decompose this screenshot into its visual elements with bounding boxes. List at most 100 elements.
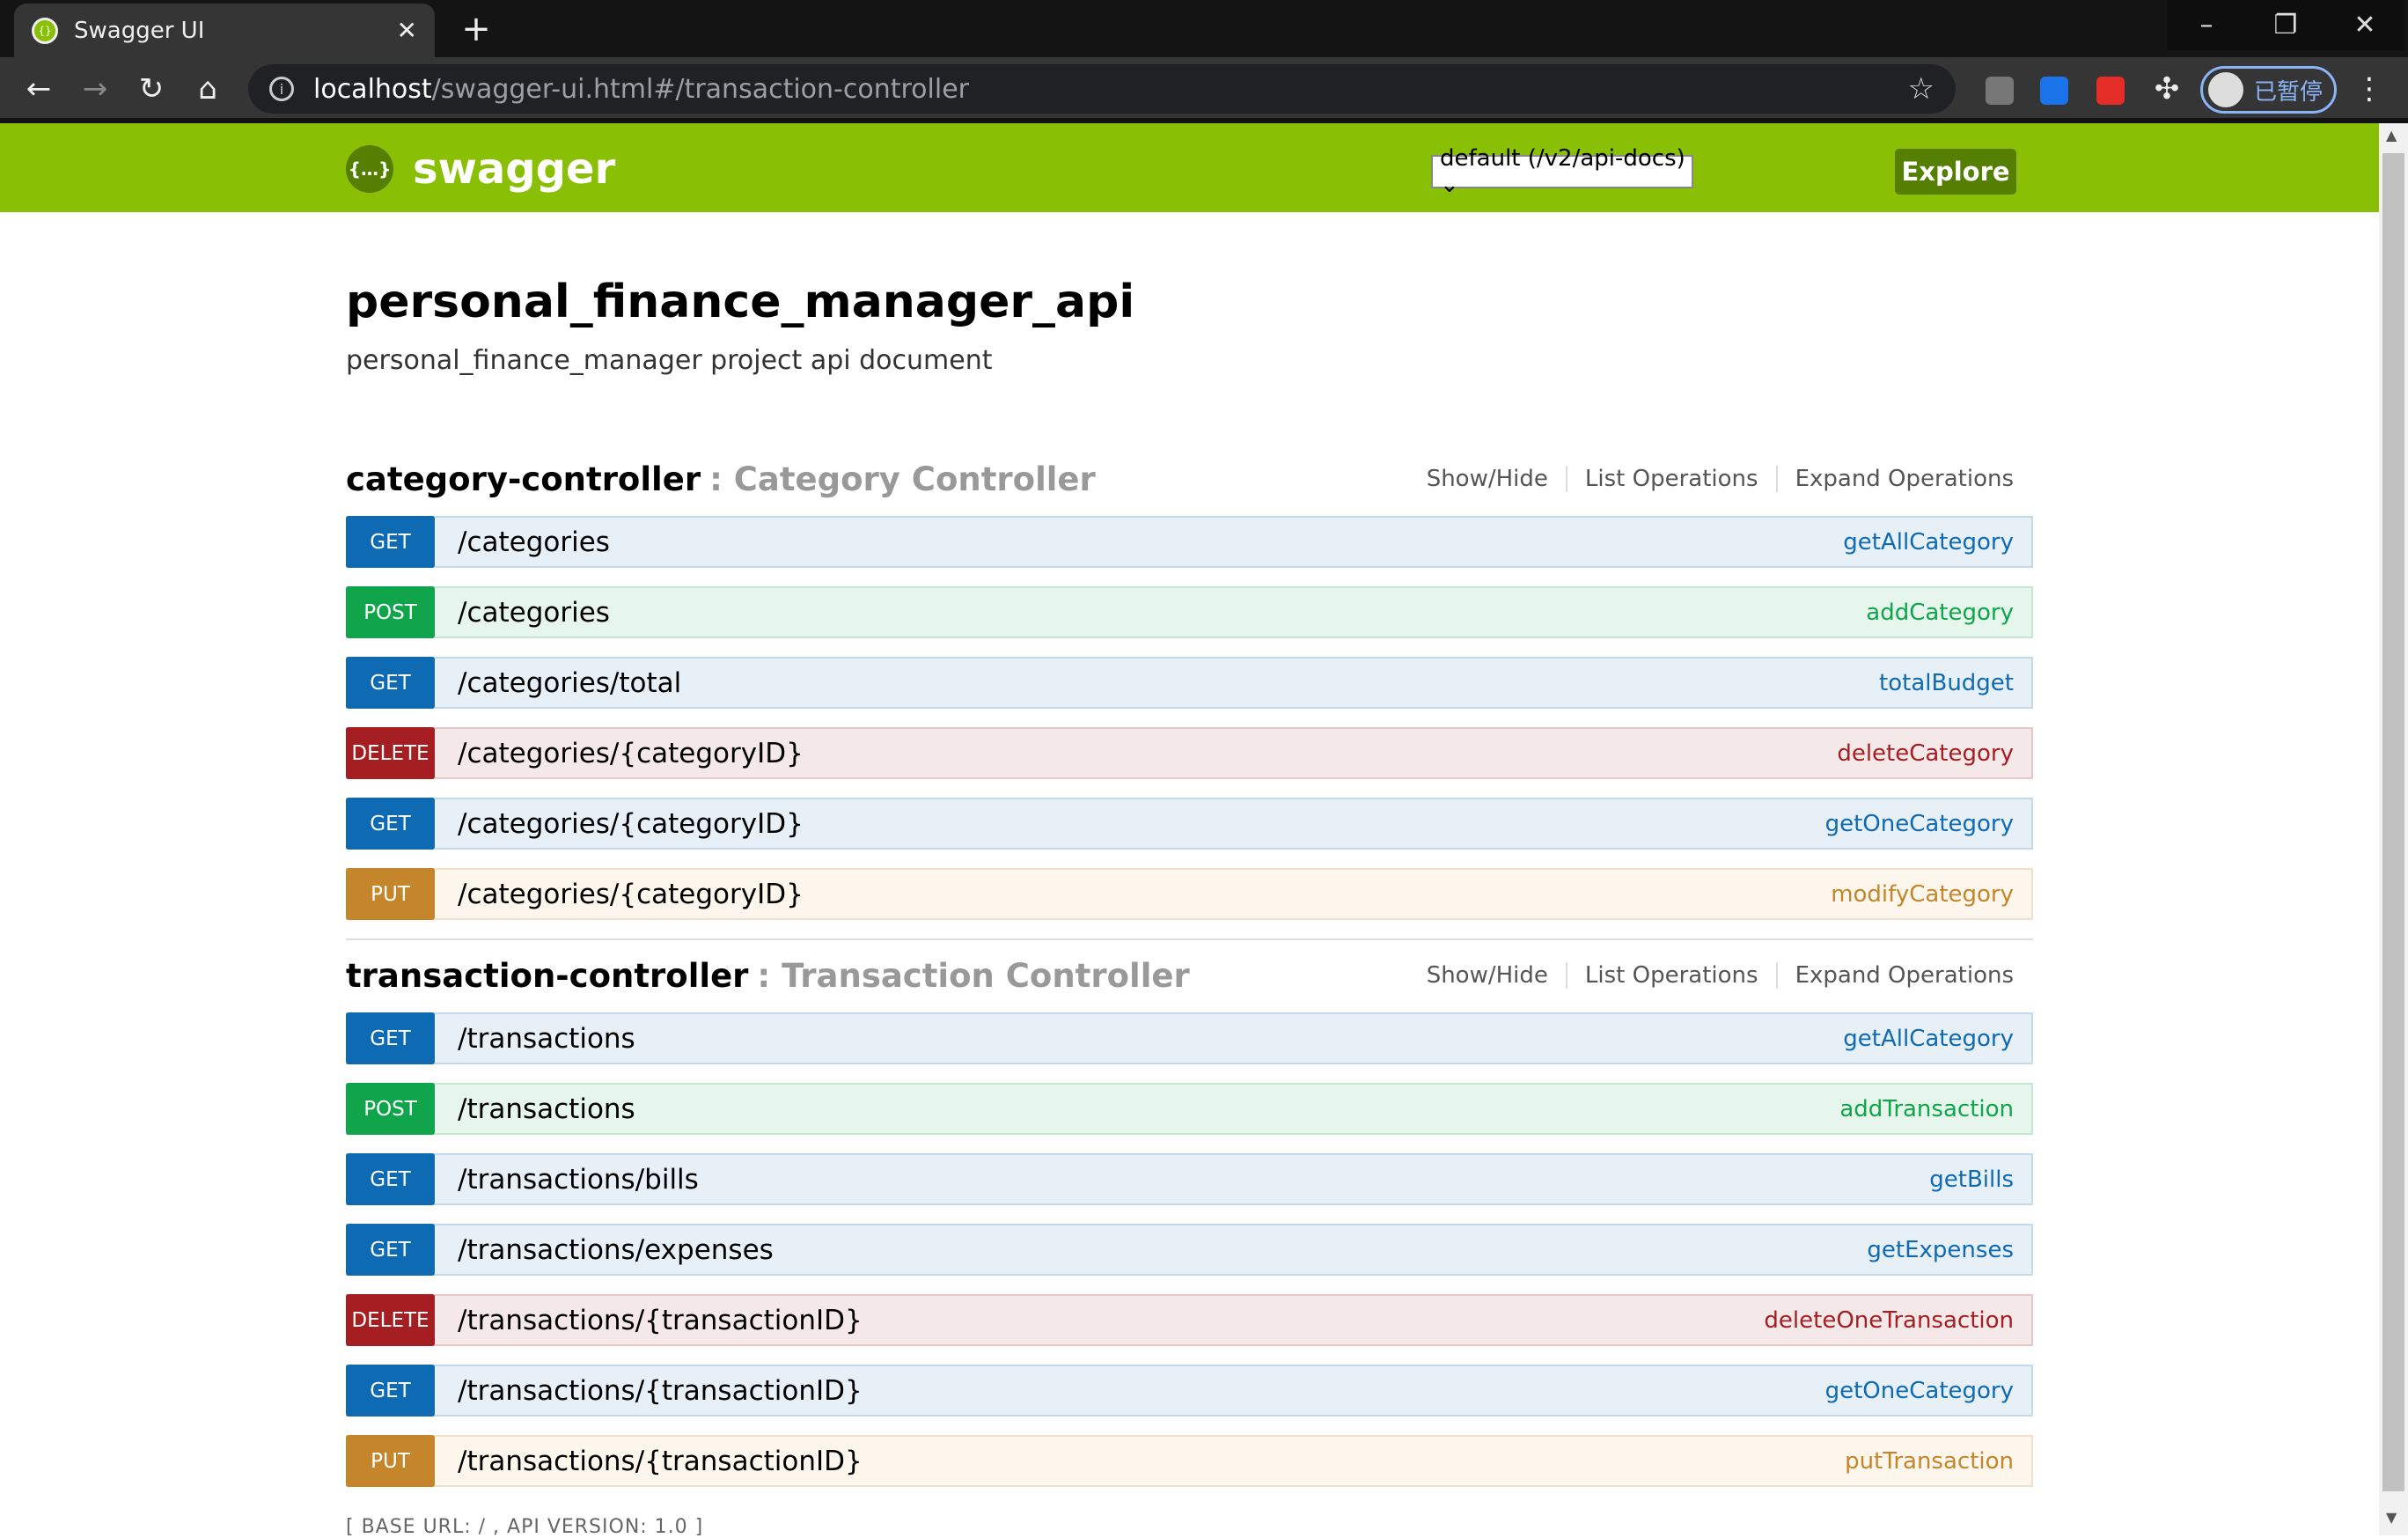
expand-operations-link[interactable]: Expand Operations	[1778, 962, 2014, 989]
operation-name[interactable]: getBills	[1929, 1166, 2014, 1193]
restore-button[interactable]: ❐	[2246, 0, 2325, 50]
controller-name[interactable]: category-controller	[346, 460, 701, 498]
controller-name[interactable]: transaction-controller	[346, 957, 748, 995]
operation-name[interactable]: getAllCategory	[1843, 1026, 2014, 1052]
api-description: personal_finance_manager project api doc…	[346, 345, 993, 376]
extension-cursor-icon[interactable]	[1986, 77, 2014, 105]
close-window-button[interactable]: ✕	[2325, 0, 2404, 50]
operation-path[interactable]: /transactions/{transactionID}	[458, 1305, 863, 1336]
method-badge[interactable]: PUT	[346, 868, 435, 920]
tab-strip: {} Swagger UI ✕ + – ❐ ✕	[0, 0, 2408, 57]
spec-select[interactable]: default (/v2/api-docs) ⌄	[1431, 145, 1693, 198]
operation-name[interactable]: deleteOneTransaction	[1764, 1307, 2014, 1334]
url-host: localhost	[313, 73, 432, 105]
forward-icon[interactable]: →	[76, 70, 114, 108]
profile-button[interactable]: 已暂停	[2200, 66, 2337, 114]
method-badge[interactable]: DELETE	[346, 727, 435, 779]
operation-row[interactable]: DELETE /transactions/{transactionID} del…	[346, 1294, 2033, 1346]
extensions-puzzle-icon[interactable]: ✣	[2147, 70, 2186, 108]
method-badge[interactable]: GET	[346, 1012, 435, 1064]
avatar	[2208, 72, 2243, 107]
operation-name[interactable]: addTransaction	[1839, 1096, 2014, 1122]
operation-row[interactable]: PUT /transactions/{transactionID} putTra…	[346, 1435, 2033, 1487]
operation-path[interactable]: /categories/{categoryID}	[458, 738, 804, 769]
method-badge[interactable]: GET	[346, 516, 435, 568]
scroll-down-icon[interactable]: ▼	[2386, 1509, 2397, 1526]
operation-name[interactable]: getAllCategory	[1843, 529, 2014, 556]
operation-path[interactable]: /categories	[458, 597, 610, 629]
operation-path[interactable]: /transactions/{transactionID}	[458, 1375, 863, 1407]
operation-row[interactable]: GET /transactions/expenses getExpenses	[346, 1224, 2033, 1276]
swagger-logo[interactable]: {…} swagger	[346, 144, 615, 194]
operation-row[interactable]: GET /categories/{categoryID} getOneCateg…	[346, 798, 2033, 850]
operation-row[interactable]: PUT /categories/{categoryID} modifyCateg…	[346, 868, 2033, 920]
controller-links: Show/Hide List Operations Expand Operati…	[1409, 466, 2014, 492]
footer-base-url: [ BASE URL: / , API VERSION: 1.0 ]	[346, 1516, 704, 1538]
operation-path[interactable]: /transactions/{transactionID}	[458, 1446, 863, 1477]
method-badge[interactable]: PUT	[346, 1435, 435, 1487]
operation-path[interactable]: /transactions/expenses	[458, 1234, 774, 1266]
show-hide-link[interactable]: Show/Hide	[1409, 466, 1567, 492]
method-badge[interactable]: DELETE	[346, 1294, 435, 1346]
extension-blue-icon[interactable]	[2040, 77, 2068, 105]
operation-row[interactable]: GET /transactions/{transactionID} getOne…	[346, 1365, 2033, 1417]
bookmark-star-icon[interactable]: ☆	[1908, 71, 1934, 107]
operation-name[interactable]: modifyCategory	[1831, 881, 2014, 908]
logo-text: swagger	[413, 144, 616, 194]
operation-path[interactable]: /categories	[458, 526, 610, 558]
menu-kebab-icon[interactable]: ⋮	[2350, 70, 2389, 108]
home-icon[interactable]: ⌂	[188, 70, 227, 108]
browser-tab[interactable]: {} Swagger UI ✕	[14, 4, 435, 57]
new-tab-button[interactable]: +	[454, 7, 498, 51]
operation-path[interactable]: /transactions/bills	[458, 1164, 699, 1196]
operation-name[interactable]: putTransaction	[1845, 1448, 2014, 1475]
method-badge[interactable]: GET	[346, 1153, 435, 1205]
operation-path[interactable]: /categories/total	[458, 667, 681, 699]
scrollbar[interactable]: ▲ ▼	[2379, 123, 2408, 1535]
operation-row[interactable]: POST /categories addCategory	[346, 586, 2033, 638]
operation-path[interactable]: /transactions	[458, 1093, 635, 1125]
operation-name[interactable]: deleteCategory	[1837, 740, 2014, 767]
method-badge[interactable]: GET	[346, 1224, 435, 1276]
operation-row[interactable]: GET /transactions/bills getBills	[346, 1153, 2033, 1205]
show-hide-link[interactable]: Show/Hide	[1409, 962, 1567, 989]
address-bar[interactable]: i localhost /swagger-ui.html#/transactio…	[248, 64, 1956, 114]
operation-row[interactable]: POST /transactions addTransaction	[346, 1083, 2033, 1135]
explore-button[interactable]: Explore	[1895, 149, 2016, 195]
list-operations-link[interactable]: List Operations	[1567, 466, 1778, 492]
operation-row[interactable]: DELETE /categories/{categoryID} deleteCa…	[346, 727, 2033, 779]
operation-name[interactable]: totalBudget	[1879, 670, 2014, 696]
operation-path[interactable]: /categories/{categoryID}	[458, 879, 804, 910]
operation-row[interactable]: GET /transactions getAllCategory	[346, 1012, 2033, 1064]
method-badge[interactable]: POST	[346, 586, 435, 638]
profile-label: 已暂停	[2254, 78, 2324, 106]
extension-youtube-icon[interactable]	[2096, 77, 2125, 105]
operation-name[interactable]: getOneCategory	[1825, 1378, 2014, 1404]
info-icon[interactable]: i	[269, 77, 294, 101]
swagger-header: {…} swagger default (/v2/api-docs) ⌄ Exp…	[0, 123, 2379, 212]
swagger-favicon-icon: {}	[32, 17, 58, 44]
back-icon[interactable]: ←	[19, 70, 58, 108]
scroll-up-icon[interactable]: ▲	[2386, 127, 2397, 143]
controller-description: : Category Controller	[709, 460, 1096, 498]
list-operations-link[interactable]: List Operations	[1567, 962, 1778, 989]
method-badge[interactable]: GET	[346, 1365, 435, 1417]
close-tab-icon[interactable]: ✕	[397, 16, 417, 45]
operation-name[interactable]: addCategory	[1866, 600, 2014, 626]
operation-row[interactable]: GET /categories getAllCategory	[346, 516, 2033, 568]
operation-path[interactable]: /categories/{categoryID}	[458, 808, 804, 840]
controller-description: : Transaction Controller	[757, 956, 1190, 995]
reload-icon[interactable]: ↻	[132, 70, 171, 108]
method-badge[interactable]: POST	[346, 1083, 435, 1135]
swagger-logo-icon: {…}	[346, 145, 393, 193]
operation-name[interactable]: getOneCategory	[1825, 811, 2014, 837]
operation-row[interactable]: GET /categories/total totalBudget	[346, 657, 2033, 709]
api-title: personal_finance_manager_api	[346, 276, 1135, 328]
scrollbar-thumb[interactable]	[2382, 153, 2404, 1491]
method-badge[interactable]: GET	[346, 657, 435, 709]
operation-name[interactable]: getExpenses	[1867, 1237, 2014, 1263]
operation-path[interactable]: /transactions	[458, 1023, 635, 1055]
method-badge[interactable]: GET	[346, 798, 435, 850]
minimize-button[interactable]: –	[2167, 0, 2246, 50]
expand-operations-link[interactable]: Expand Operations	[1778, 466, 2014, 492]
